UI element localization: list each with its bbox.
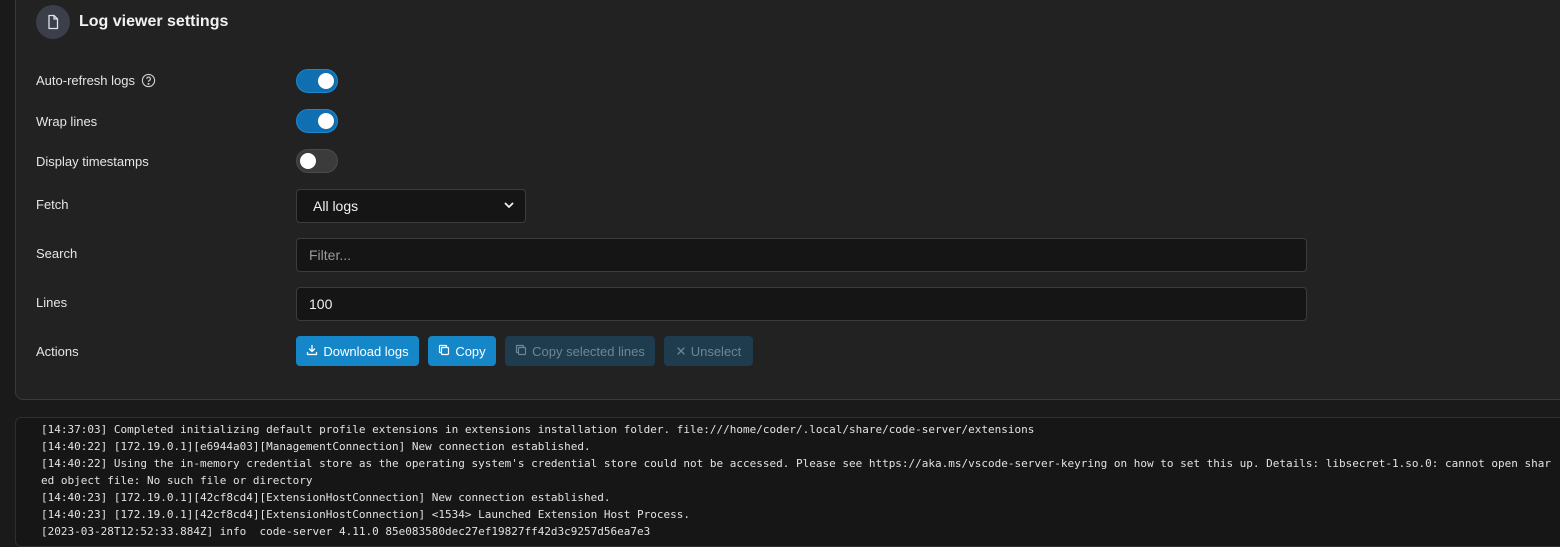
lines-label: Lines bbox=[36, 295, 68, 310]
fetch-label: Fetch bbox=[36, 197, 69, 212]
toggle-knob bbox=[318, 113, 334, 129]
search-label: Search bbox=[36, 246, 78, 261]
toggle-knob bbox=[318, 73, 334, 89]
log-line[interactable]: [14:40:22] [172.19.0.1][e6944a03][Manage… bbox=[41, 438, 1556, 455]
log-line[interactable]: [14:40:23] [172.19.0.1][42cf8cd4][Extens… bbox=[41, 506, 1556, 523]
log-line[interactable]: [14:40:23] [172.19.0.1][42cf8cd4][Extens… bbox=[41, 489, 1556, 506]
wrap-lines-label: Wrap lines bbox=[36, 114, 98, 129]
copy-icon bbox=[438, 344, 450, 359]
help-icon[interactable] bbox=[141, 73, 156, 88]
page-title: Log viewer settings bbox=[79, 13, 229, 30]
copy-button[interactable]: Copy bbox=[428, 336, 496, 366]
search-input[interactable] bbox=[296, 238, 1307, 272]
auto-refresh-toggle[interactable] bbox=[296, 69, 338, 93]
display-timestamps-label: Display timestamps bbox=[36, 154, 149, 169]
download-logs-button[interactable]: Download logs bbox=[296, 336, 419, 366]
auto-refresh-label: Auto-refresh logs bbox=[36, 73, 135, 88]
file-icon bbox=[36, 5, 70, 39]
unselect-label: Unselect bbox=[690, 343, 742, 359]
panel-header: Log viewer settings bbox=[36, 5, 228, 39]
lines-input[interactable] bbox=[296, 287, 1307, 321]
wrap-lines-toggle[interactable] bbox=[296, 109, 338, 133]
chevron-down-icon bbox=[503, 198, 515, 214]
actions-label: Actions bbox=[36, 344, 79, 359]
copy-icon bbox=[515, 344, 527, 359]
unselect-button[interactable]: Unselect bbox=[664, 336, 753, 366]
fetch-select[interactable]: All logs bbox=[296, 189, 526, 223]
close-icon bbox=[676, 344, 686, 359]
display-timestamps-toggle[interactable] bbox=[296, 149, 338, 173]
copy-selected-lines-button[interactable]: Copy selected lines bbox=[505, 336, 655, 366]
toggle-knob bbox=[300, 153, 316, 169]
download-icon bbox=[306, 344, 318, 359]
download-logs-label: Download logs bbox=[323, 343, 409, 359]
settings-panel bbox=[15, 0, 1560, 400]
copy-selected-lines-label: Copy selected lines bbox=[532, 343, 645, 359]
log-output[interactable]: [14:37:03] Completed initializing defaul… bbox=[15, 417, 1560, 547]
fetch-select-value: All logs bbox=[313, 198, 359, 214]
auto-refresh-row: Auto-refresh logs bbox=[36, 73, 156, 88]
log-line[interactable]: [14:37:03] Completed initializing defaul… bbox=[41, 421, 1556, 438]
log-line[interactable]: [14:40:22] Using the in-memory credentia… bbox=[41, 455, 1556, 489]
copy-label: Copy bbox=[455, 343, 486, 359]
log-line[interactable]: [2023-03-28T12:52:33.884Z] info code-ser… bbox=[41, 523, 1556, 540]
